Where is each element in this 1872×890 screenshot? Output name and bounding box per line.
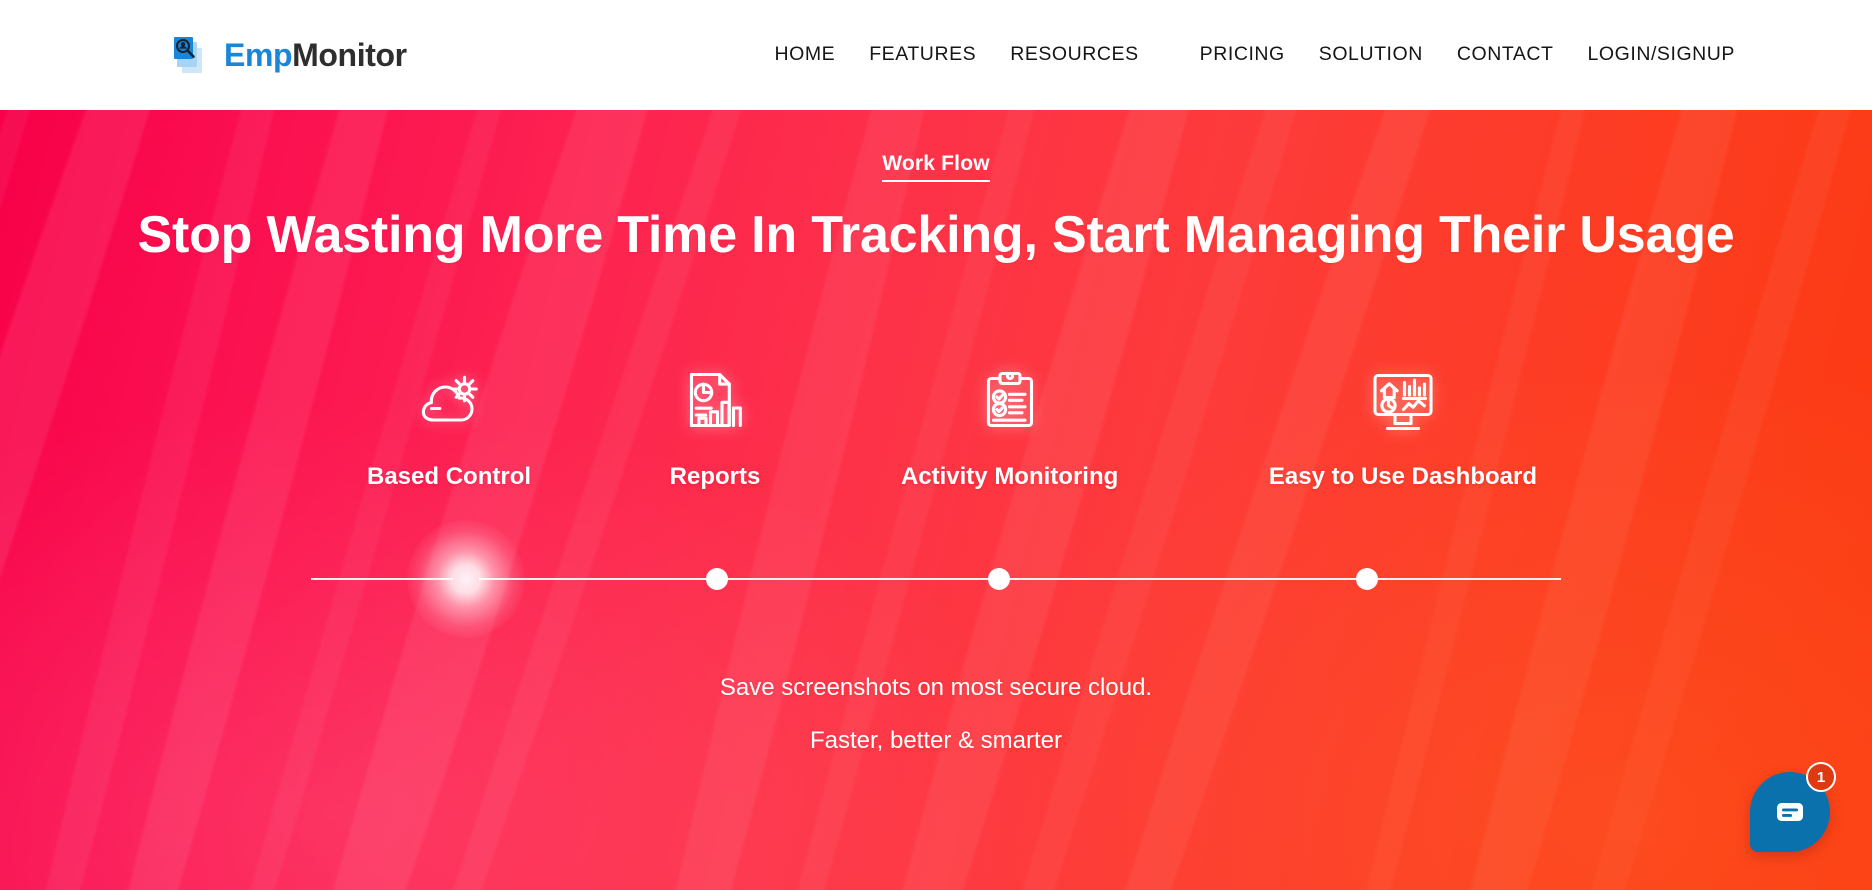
hero-eyebrow[interactable]: Work Flow — [882, 152, 990, 183]
report-document-chart-icon — [673, 360, 757, 440]
timeline-dot-1[interactable] — [706, 567, 729, 590]
chat-bubble-icon — [1773, 795, 1807, 829]
feature-row: Based Control Reports Activity Monitorin… — [321, 360, 1551, 490]
brand-logo[interactable]: EmpMonitor — [168, 32, 407, 78]
nav-item-resources[interactable]: RESOURCES — [993, 37, 1182, 73]
feature-label: Reports — [669, 463, 761, 491]
hero-tagline: Save screenshots on most secure cloud. F… — [720, 671, 1152, 759]
feature-item-easy-to-use-dashboard[interactable]: Easy to Use Dashboard — [1269, 360, 1537, 490]
nav-item-features[interactable]: FEATURES — [852, 37, 993, 73]
emp-monitor-logo-icon — [168, 32, 214, 78]
nav-item-solution[interactable]: SOLUTION — [1302, 37, 1440, 73]
brand-wordmark: EmpMonitor — [224, 39, 407, 71]
feature-item-based-control[interactable]: Based Control — [367, 360, 531, 490]
nav-item-login-signup[interactable]: LOGIN/SIGNUP — [1571, 37, 1752, 73]
hero-section: Work Flow Stop Wasting More Time In Trac… — [0, 110, 1872, 890]
cloud-gear-icon — [407, 360, 491, 440]
hero-title: Stop Wasting More Time In Tracking, Star… — [137, 206, 1735, 265]
feature-label: Easy to Use Dashboard — [1268, 463, 1537, 491]
tagline-line-1: Save screenshots on most secure cloud. — [719, 673, 1153, 701]
timeline-dot-3[interactable] — [1356, 567, 1379, 590]
timeline-dot-2[interactable] — [987, 567, 1010, 590]
feature-label: Activity Monitoring — [900, 463, 1119, 491]
brand-text-emp: Emp — [224, 37, 293, 73]
main-navigation: HOME FEATURES RESOURCES PRICING SOLUTION… — [758, 37, 1752, 73]
workflow-timeline — [311, 519, 1561, 638]
timeline-dot-0[interactable] — [407, 519, 525, 638]
chat-widget: 1 — [1750, 762, 1836, 852]
feature-item-activity-monitoring[interactable]: Activity Monitoring — [901, 360, 1118, 490]
site-header: EmpMonitor HOME FEATURES RESOURCES PRICI… — [0, 0, 1872, 110]
nav-item-contact[interactable]: CONTACT — [1440, 37, 1571, 73]
nav-item-pricing[interactable]: PRICING — [1183, 37, 1302, 73]
nav-item-home[interactable]: HOME — [758, 37, 853, 73]
clipboard-checklist-icon — [968, 360, 1052, 440]
timeline-dots — [311, 519, 1561, 638]
brand-text-monitor: Monitor — [292, 37, 407, 73]
dashboard-monitor-icon — [1361, 360, 1445, 440]
feature-label: Based Control — [367, 463, 532, 491]
feature-item-reports[interactable]: Reports — [669, 360, 761, 491]
chat-unread-badge[interactable]: 1 — [1806, 762, 1836, 792]
tagline-line-2: Faster, better & smarter — [809, 726, 1063, 754]
